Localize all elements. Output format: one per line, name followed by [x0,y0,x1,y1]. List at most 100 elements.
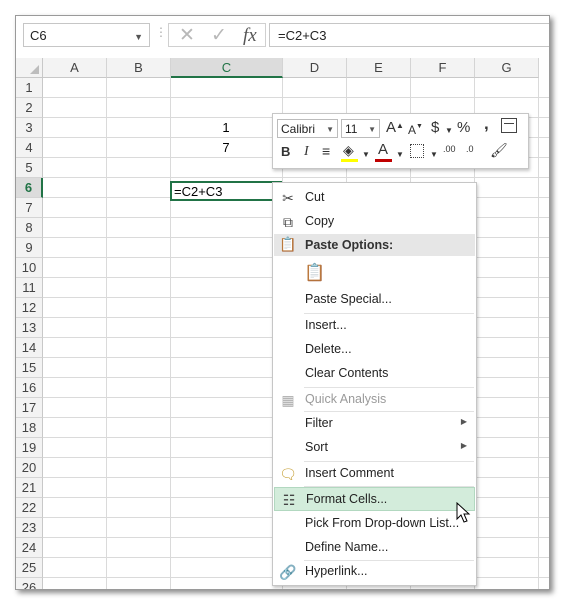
decrease-decimal-icon[interactable]: .0 [466,144,474,154]
font-color-icon[interactable]: A [378,142,388,158]
name-box[interactable]: C6 ▼ [23,23,150,47]
select-all-button[interactable] [16,58,43,78]
row-header-5[interactable]: 5 [16,158,43,178]
align-center-icon[interactable]: ≡ [322,143,330,159]
grow-font-icon[interactable]: A [386,120,396,136]
menu-item-paste-special[interactable]: Paste Special... [274,288,475,312]
chevron-down-icon[interactable]: ▼ [362,147,370,163]
row-header-20[interactable]: 20 [16,458,43,478]
column-header-e[interactable]: E [347,58,411,78]
font-name-value: Calibri [281,122,316,136]
menu-item-insert-comment[interactable]: 🗨 Insert Comment [274,462,475,486]
gridline-horizontal [43,97,549,98]
row-header-16[interactable]: 16 [16,378,43,398]
format-painter-icon[interactable]: 🖌 [490,142,508,158]
column-header-f[interactable]: F [411,58,475,78]
chevron-down-icon[interactable]: ▼ [445,123,453,139]
column-header-d[interactable]: D [283,58,347,78]
mini-toolbar: Calibri ▼ 11 ▼ A ▲ A ▼ $ ▼ % , B I ≡ ◈ ▼… [272,113,529,169]
column-header-c[interactable]: C [171,58,283,78]
menu-item-copy[interactable]: ⧉ Copy [274,210,475,234]
menu-label: Hyperlink... [305,564,368,578]
percent-icon[interactable]: % [457,120,470,136]
row-header-25[interactable]: 25 [16,558,43,578]
row-header-14[interactable]: 14 [16,338,43,358]
formula-text: =C2+C3 [278,28,327,43]
row-header-23[interactable]: 23 [16,518,43,538]
menu-label: Format Cells... [306,492,388,506]
italic-icon[interactable]: I [304,144,309,160]
format-table-icon[interactable] [501,118,517,133]
cell-c2[interactable]: 1 [170,118,282,138]
comment-icon: 🗨 [279,466,297,482]
chevron-down-icon[interactable]: ▼ [430,147,438,163]
menu-label: Sort [305,440,328,454]
menu-label: Insert Comment [305,466,394,480]
row-header-7[interactable]: 7 [16,198,43,218]
row-header-6[interactable]: 6 [16,178,43,198]
menu-item-cut[interactable]: ✂ Cut [274,186,475,210]
cancel-icon[interactable]: ✕ [179,24,195,47]
hyperlink-icon: 🔗 [279,564,297,580]
currency-icon[interactable]: $ [431,120,439,136]
menu-item-define-name[interactable]: Define Name... [274,536,475,560]
chevron-down-icon: ▼ [368,125,376,134]
bold-icon[interactable]: B [281,144,290,160]
menu-item-delete[interactable]: Delete... [274,338,475,362]
comma-style-icon[interactable]: , [484,115,489,132]
borders-icon[interactable] [410,144,424,158]
row-header-12[interactable]: 12 [16,298,43,318]
row-header-15[interactable]: 15 [16,358,43,378]
row-header-2[interactable]: 2 [16,98,43,118]
chevron-down-icon[interactable]: ▼ [134,32,143,42]
formula-input[interactable]: =C2+C3 [269,23,549,47]
menu-item-clear-contents[interactable]: Clear Contents [274,362,475,386]
menu-label: Paste Special... [305,292,392,306]
context-menu: ✂ Cut ⧉ Copy 📋 Paste Options: 📋 Paste Sp… [272,182,477,586]
row-header-22[interactable]: 22 [16,498,43,518]
chevron-right-icon: ▶ [460,441,467,450]
font-size-select[interactable]: 11 ▼ [341,119,380,138]
active-cell-c6[interactable]: =C2+C3 [170,181,282,201]
font-color-bar [375,159,392,162]
menu-item-insert[interactable]: Insert... [274,314,475,338]
column-header-b[interactable]: B [107,58,171,78]
column-header-g[interactable]: G [475,58,539,78]
row-header-17[interactable]: 17 [16,398,43,418]
row-header-1[interactable]: 1 [16,78,43,98]
row-header-11[interactable]: 11 [16,278,43,298]
paste-button[interactable]: 📋 [274,258,475,288]
row-header-13[interactable]: 13 [16,318,43,338]
shrink-font-icon[interactable]: A [408,122,416,138]
menu-item-pick-from-list[interactable]: Pick From Drop-down List... [274,512,475,536]
row-header-8[interactable]: 8 [16,218,43,238]
font-name-select[interactable]: Calibri ▼ [277,119,338,138]
excel-window: C6 ▼ ⋮ ✕ ✓ fx =C2+C3 ABCDEFG 1 2 3 4 5 6 7 8 9 10… [15,15,550,590]
menu-item-quick-analysis: ▦ Quick Analysis [274,388,475,412]
row-header-4[interactable]: 4 [16,138,43,158]
menu-item-filter[interactable]: Filter ▶ [274,412,475,436]
copy-icon: ⧉ [283,214,293,230]
more-options-icon[interactable]: ⋮ [155,25,167,39]
gridline-vertical [538,78,539,589]
menu-item-hyperlink[interactable]: 🔗 Hyperlink... [274,560,475,584]
row-header-3[interactable]: 3 [16,118,43,138]
fill-color-icon[interactable]: ◈ [343,142,354,158]
font-size-value: 11 [345,122,358,136]
row-header-9[interactable]: 9 [16,238,43,258]
chevron-down-icon[interactable]: ▼ [396,147,404,163]
cell-c3[interactable]: 7 [170,138,282,158]
row-header-26[interactable]: 26 [16,578,43,589]
row-header-18[interactable]: 18 [16,418,43,438]
menu-item-sort[interactable]: Sort ▶ [274,436,475,460]
insert-function-icon[interactable]: fx [243,25,257,47]
menu-label: Filter [305,416,333,430]
row-header-24[interactable]: 24 [16,538,43,558]
row-header-10[interactable]: 10 [16,258,43,278]
row-header-19[interactable]: 19 [16,438,43,458]
increase-decimal-icon[interactable]: .00 [443,144,456,154]
menu-item-format-cells[interactable]: ☷ Format Cells... [274,487,475,511]
column-header-a[interactable]: A [43,58,107,78]
enter-icon[interactable]: ✓ [211,24,227,47]
row-header-21[interactable]: 21 [16,478,43,498]
